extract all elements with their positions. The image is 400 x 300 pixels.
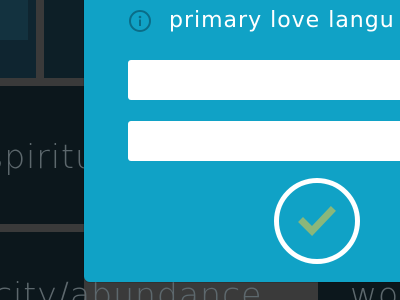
question-label: primary love langu bbox=[169, 8, 395, 33]
info-icon[interactable] bbox=[129, 10, 151, 32]
question-modal: primary love langu bbox=[84, 0, 400, 282]
background-tile bbox=[0, 0, 36, 78]
background-tile bbox=[44, 0, 84, 78]
answer-input-2[interactable] bbox=[128, 121, 400, 161]
answer-input-1[interactable] bbox=[128, 60, 400, 100]
checkmark-icon bbox=[298, 206, 336, 237]
submit-button[interactable] bbox=[274, 178, 360, 264]
app-screen: spiritual city/abundance wo primary love… bbox=[0, 0, 400, 300]
